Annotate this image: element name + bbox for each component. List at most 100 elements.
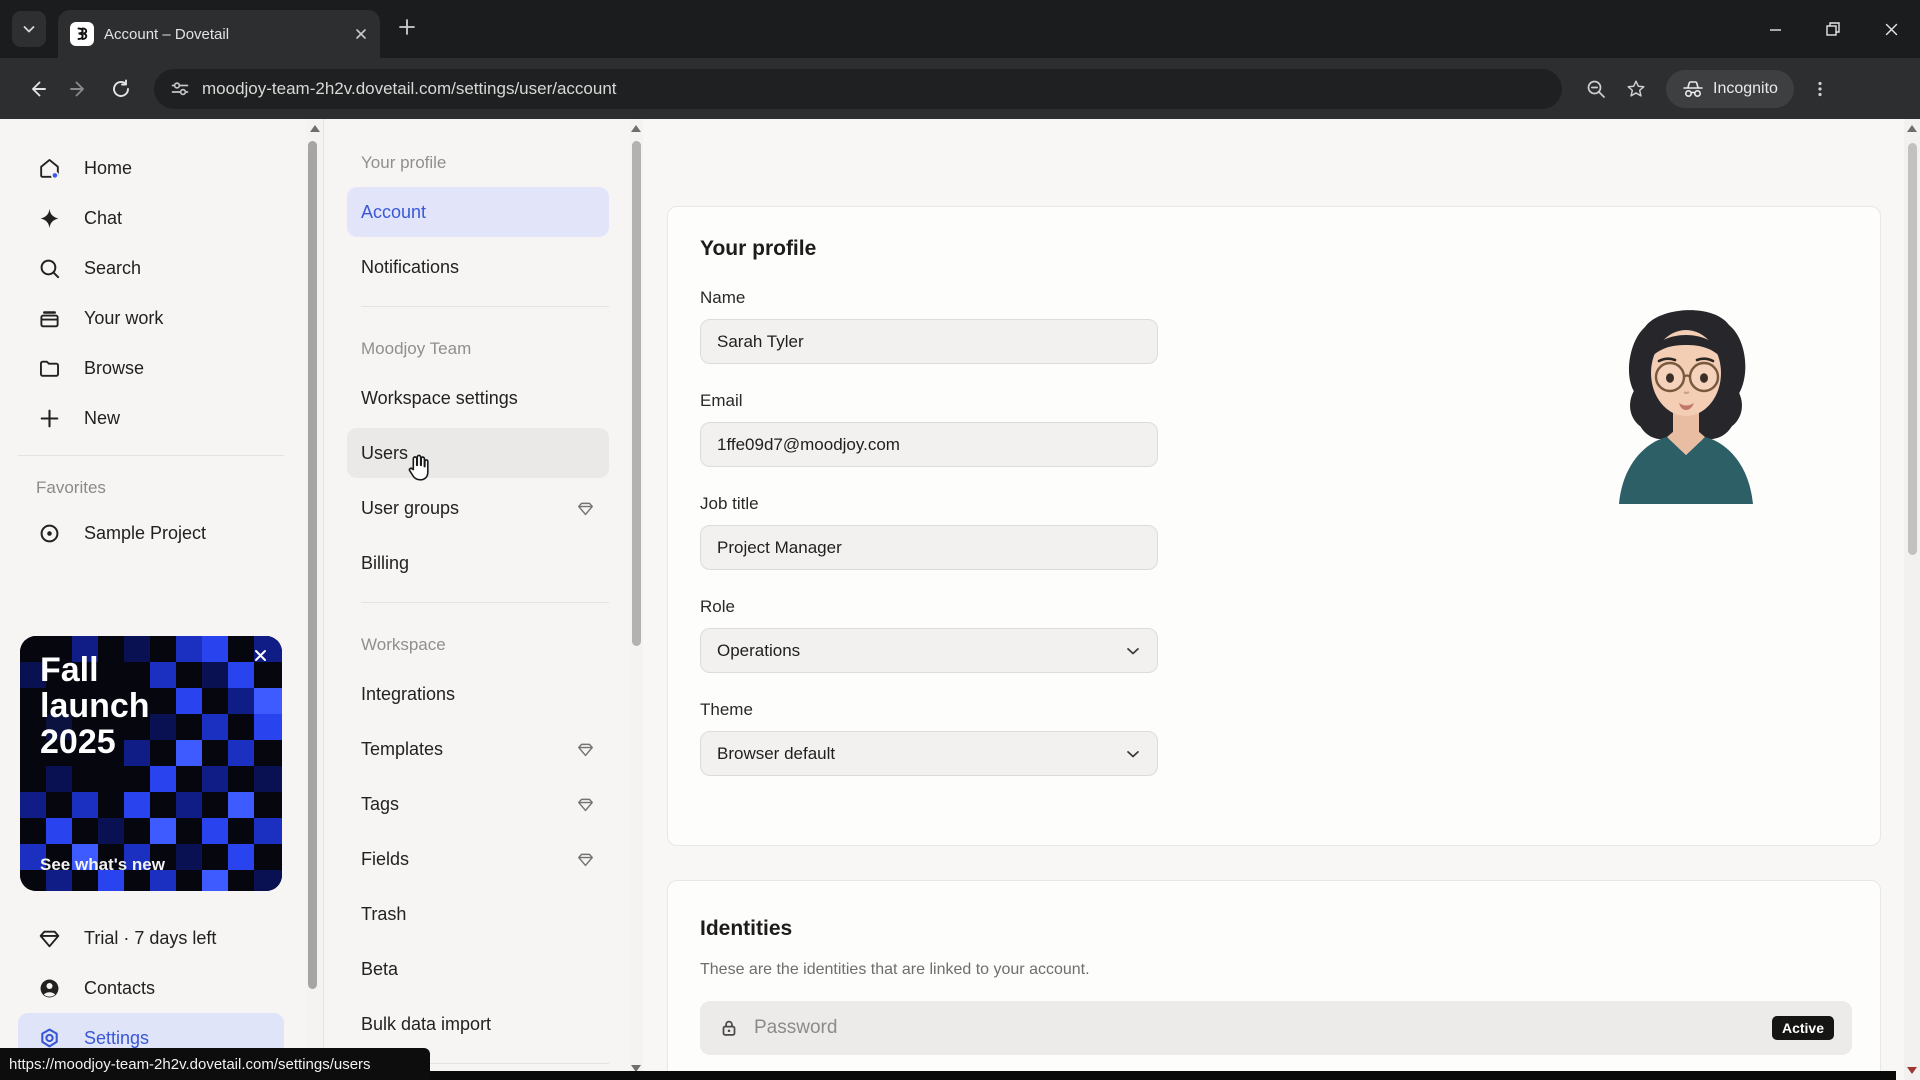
mouse-cursor (408, 454, 429, 481)
scroll-up-arrow[interactable] (1907, 125, 1917, 132)
email-input[interactable] (700, 422, 1158, 467)
sidebar-item-home[interactable]: Home (18, 143, 284, 193)
window-restore-button[interactable] (1804, 0, 1862, 58)
status-bar-tooltip: https://moodjoy-team-2h2v.dovetail.com/s… (0, 1048, 430, 1080)
sidebar-item-search[interactable]: Search (18, 243, 284, 293)
promo-close-icon[interactable] (253, 648, 268, 663)
theme-select-value: Browser default (717, 743, 836, 763)
promo-title: Fall launch 2025 (40, 651, 150, 762)
sidebar-item-label: Search (84, 257, 142, 278)
browser-tab[interactable]: Account – Dovetail (58, 10, 380, 58)
sidebar-item-label: Contacts (84, 977, 156, 998)
nav-item-workspace-settings[interactable]: Workspace settings (347, 373, 609, 423)
disc-icon (36, 521, 62, 546)
nav-item-integrations[interactable]: Integrations (347, 669, 609, 719)
sidebar-item-browse[interactable]: Browse (18, 343, 284, 393)
nav-item-label: Templates (361, 738, 444, 759)
tab-search-button[interactable] (12, 11, 46, 47)
main-scrollbar[interactable] (1904, 119, 1920, 1080)
home-icon (36, 156, 62, 181)
nav-item-label: User groups (361, 497, 460, 518)
browser-toolbar: moodjoy-team-2h2v.dovetail.com/settings/… (0, 58, 1920, 119)
scroll-down-arrow[interactable] (1907, 1067, 1917, 1074)
back-button[interactable] (16, 68, 58, 110)
nav-item-billing[interactable]: Billing (347, 538, 609, 588)
chevron-down-icon (1127, 647, 1139, 654)
scrollbar-thumb[interactable] (631, 141, 641, 646)
nav-item-label: Billing (361, 552, 410, 573)
person-circle-icon (36, 976, 62, 1001)
sidebar-item-chat[interactable]: Chat (18, 193, 284, 243)
zoom-out-icon[interactable] (1576, 69, 1616, 109)
nav-item-label: Bulk data import (361, 1013, 492, 1034)
window-close-button[interactable] (1862, 0, 1920, 58)
sidebar-item-label: Sample Project (84, 522, 207, 543)
name-input[interactable] (700, 319, 1158, 364)
sidebar-item-contacts[interactable]: Contacts (18, 963, 284, 1013)
theme-select[interactable]: Browser default (700, 731, 1158, 776)
promo-cta[interactable]: See what's new (40, 855, 165, 875)
nav-item-label: Account (361, 201, 427, 222)
sidebar-item-label: Trial · 7 days left (84, 927, 217, 948)
nav-item-trash[interactable]: Trash (347, 889, 609, 939)
lock-icon (722, 1020, 736, 1036)
tab-close-icon[interactable] (354, 27, 368, 41)
nav-item-label: Tags (361, 793, 400, 814)
settings-nav-scrollbar[interactable] (629, 119, 643, 1080)
browser-menu-icon[interactable] (1800, 69, 1840, 109)
status-url: https://moodjoy-team-2h2v.dovetail.com/s… (9, 1055, 371, 1073)
new-tab-button[interactable] (396, 16, 418, 38)
nav-item-users[interactable]: Users (347, 428, 609, 478)
nav-item-user-groups[interactable]: User groups (347, 483, 609, 533)
scrollbar-thumb[interactable] (308, 141, 317, 989)
nav-item-label: Integrations (361, 683, 456, 704)
premium-gem-icon (576, 499, 595, 518)
bookmark-star-icon[interactable] (1616, 69, 1656, 109)
chevron-down-icon (1127, 750, 1139, 757)
sidebar-item-trial[interactable]: Trial · 7 days left (18, 913, 284, 963)
premium-gem-icon (576, 795, 595, 814)
scrollbar-thumb[interactable] (1907, 143, 1917, 555)
section-label-team: Moodjoy Team (361, 339, 472, 358)
job-title-input[interactable] (700, 525, 1158, 570)
promo-card[interactable]: Fall launch 2025 See what's new (20, 636, 282, 891)
scroll-up-arrow[interactable] (310, 125, 320, 132)
avatar-image[interactable] (1601, 287, 1771, 506)
sidebar-item-label: Home (84, 157, 133, 178)
nav-item-account[interactable]: Account (347, 187, 609, 237)
nav-item-templates[interactable]: Templates (347, 724, 609, 774)
nav-item-label: Fields (361, 848, 410, 869)
sidebar-item-label: Settings (84, 1027, 150, 1048)
sidebar-item-label: Browse (84, 357, 145, 378)
nav-item-label: Users (361, 442, 409, 463)
identities-heading: Identities (700, 917, 793, 940)
sparkle-icon (36, 206, 62, 231)
nav-item-notifications[interactable]: Notifications (347, 242, 609, 292)
nav-item-bulk-data-import[interactable]: Bulk data import (347, 999, 609, 1049)
url-text[interactable]: moodjoy-team-2h2v.dovetail.com/settings/… (202, 79, 617, 99)
dovetail-favicon-icon (70, 22, 94, 46)
incognito-badge: Incognito (1666, 69, 1794, 108)
address-bar[interactable]: moodjoy-team-2h2v.dovetail.com/settings/… (154, 68, 1562, 109)
window-minimize-button[interactable] (1746, 0, 1804, 58)
nav-item-beta[interactable]: Beta (347, 944, 609, 994)
incognito-label: Incognito (1713, 79, 1778, 97)
reload-button[interactable] (100, 68, 142, 110)
sidebar-item-your-work[interactable]: Your work (18, 293, 284, 343)
sidebar-divider (18, 455, 284, 456)
forward-button[interactable] (58, 68, 100, 110)
folder-icon (36, 356, 62, 381)
sidebar-item-new[interactable]: New (18, 393, 284, 443)
identities-card: Identities These are the identities that… (667, 880, 1881, 1080)
identities-description: These are the identities that are linked… (700, 961, 1090, 978)
sidebar-scrollbar[interactable] (306, 119, 324, 1080)
nav-item-fields[interactable]: Fields (347, 834, 609, 884)
identity-row-password[interactable]: Password Active (700, 1001, 1852, 1055)
scroll-up-arrow[interactable] (631, 125, 641, 132)
sidebar-item-sample-project[interactable]: Sample Project (18, 508, 284, 558)
role-select[interactable]: Operations (700, 628, 1158, 673)
briefcase-icon (36, 306, 62, 331)
nav-item-tags[interactable]: Tags (347, 779, 609, 829)
identity-label: Password (754, 1017, 838, 1038)
site-info-icon[interactable] (170, 79, 190, 99)
